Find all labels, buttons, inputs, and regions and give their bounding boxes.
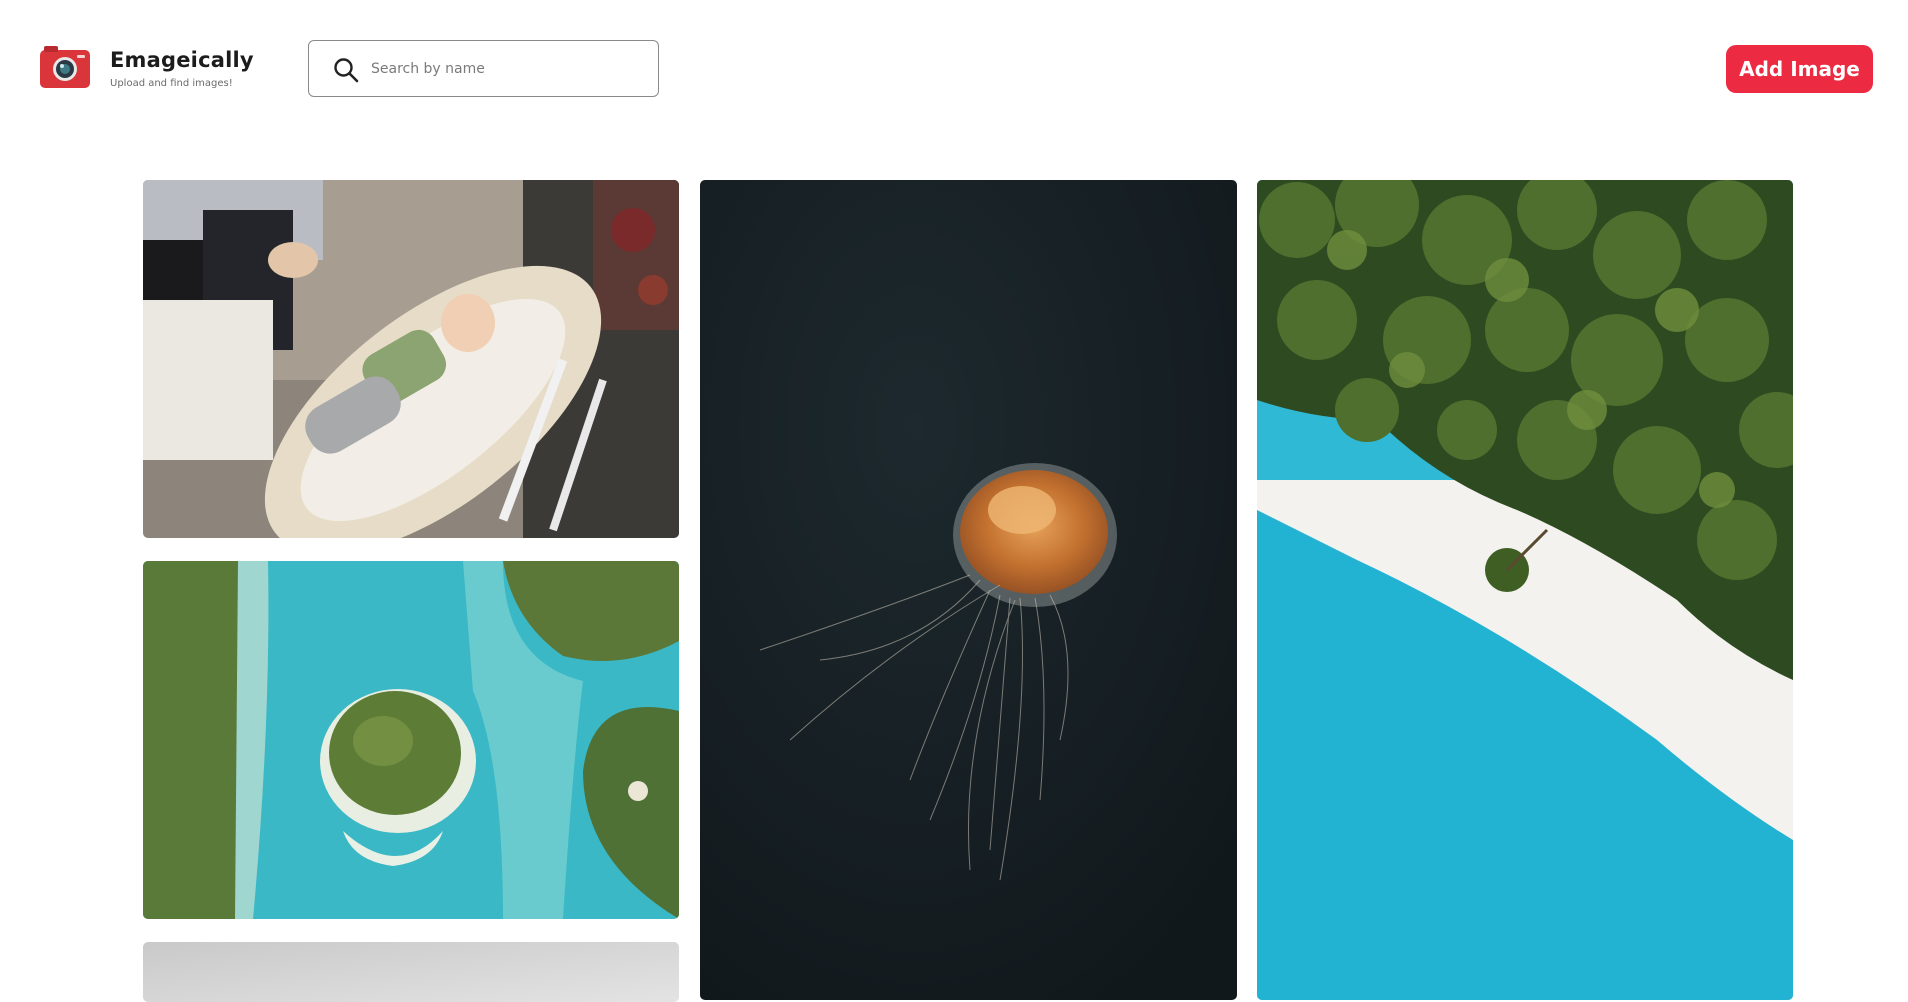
- photo-islands: [143, 561, 679, 919]
- gallery-image-islands[interactable]: [143, 561, 679, 919]
- photo-baby: [143, 180, 679, 538]
- photo-jellyfish: [700, 180, 1237, 1000]
- image-gallery: [0, 0, 1908, 1002]
- photo-beach: [1257, 180, 1793, 1000]
- gallery-image-grey[interactable]: [143, 942, 679, 1002]
- gallery-image-beach[interactable]: [1257, 180, 1793, 1000]
- gallery-image-baby-bassinet[interactable]: [143, 180, 679, 538]
- photo-grey: [143, 942, 679, 1002]
- gallery-image-jellyfish[interactable]: [700, 180, 1237, 1000]
